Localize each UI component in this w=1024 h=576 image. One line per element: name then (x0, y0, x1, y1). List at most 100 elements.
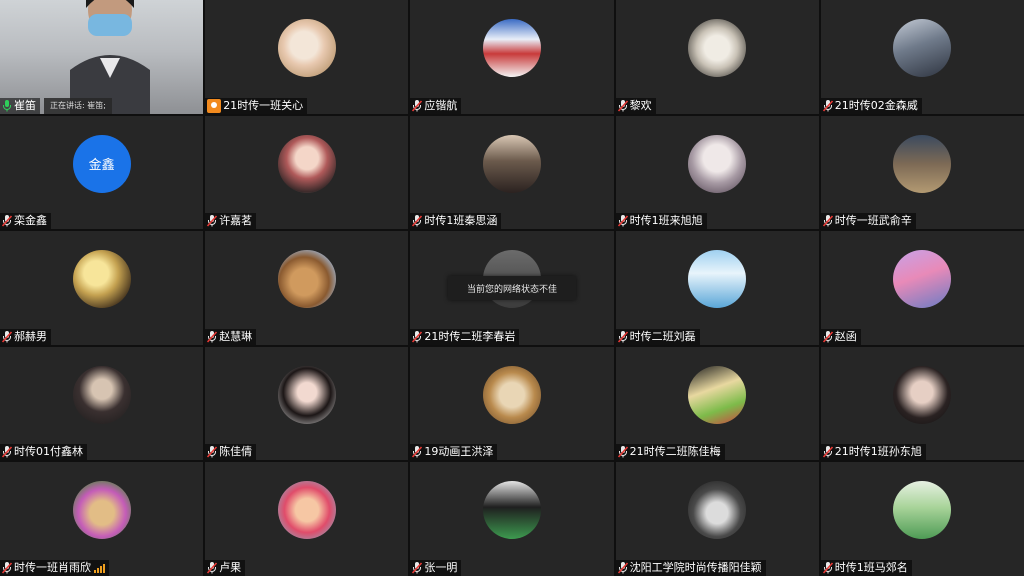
participant-tile[interactable]: 21时传一班关心 (205, 0, 409, 114)
participant-name-bar: 应锴航 (410, 97, 462, 114)
avatar (277, 365, 336, 424)
participant-name: 21时传二班李春岩 (424, 329, 516, 343)
participant-name: 张一明 (424, 560, 458, 574)
participant-name-bar: 张一明 (410, 559, 462, 576)
participant-tile[interactable]: 卢果 (205, 462, 409, 576)
avatar (893, 134, 952, 193)
participant-name: 21时传二班陈佳梅 (629, 445, 721, 459)
mic-muted-icon (617, 330, 628, 343)
mic-muted-icon (822, 99, 833, 112)
participant-tile[interactable]: 时传1班来旭旭 (615, 115, 819, 230)
participant-tile[interactable]: 许嘉茗 (205, 115, 409, 230)
participant-name-bar: 21时传二班李春岩 (410, 328, 520, 345)
participant-tile[interactable]: 19动画王洪泽 (410, 346, 614, 461)
participant-name-bar: 陈佳倩 (205, 444, 257, 461)
participant-name: 21时传02金森威 (834, 98, 918, 112)
participant-tile[interactable]: 赵慧琳 (205, 231, 409, 345)
mic-muted-icon (2, 330, 12, 343)
participant-tile[interactable]: 沈阳工学院时尚传播阳佳颖 (615, 462, 819, 576)
participant-name-bar: 时传1班马郊名 (820, 559, 912, 576)
participant-name-bar: 沈阳工学院时尚传播阳佳颖 (615, 559, 766, 576)
participant-name: 郝赫男 (14, 329, 47, 343)
participant-name: 栾金鑫 (14, 214, 47, 228)
participant-name-bar: 赵慧琳 (205, 328, 257, 345)
participant-name-bar: 时传1班秦思涵 (410, 213, 502, 230)
participant-tile[interactable]: 黎欢 (615, 0, 819, 114)
avatar (688, 19, 747, 77)
participant-name: 时传1班马郊名 (834, 560, 908, 574)
mic-muted-icon (412, 561, 423, 574)
participant-name: 时传01付鑫林 (14, 445, 83, 459)
participant-tile[interactable]: 郝赫男 (0, 231, 204, 345)
participant-tile[interactable]: 陈佳倩 (205, 346, 409, 461)
participant-name: 时传一班肖雨欣 (14, 560, 91, 574)
mic-muted-icon (207, 330, 218, 343)
mic-muted-icon (2, 215, 12, 227)
avatar (893, 250, 952, 309)
mic-muted-icon (617, 215, 628, 227)
participant-tile[interactable]: 时传二班刘磊 (615, 231, 819, 345)
participant-name-bar: 21时传二班陈佳梅 (615, 444, 725, 461)
avatar (482, 134, 541, 193)
avatar (482, 19, 541, 77)
avatar (893, 19, 952, 77)
participant-tile[interactable]: 张一明 (410, 462, 614, 576)
participant-tile[interactable]: 时传1班马郊名 (820, 462, 1024, 576)
participant-tile[interactable]: 时传一班肖雨欣 (0, 462, 204, 576)
user-badge-icon (207, 98, 222, 113)
participant-tile[interactable]: 21时传02金森威 (820, 0, 1024, 114)
mic-muted-icon (617, 99, 628, 112)
participant-name: 时传一班武俞辛 (834, 214, 912, 228)
avatar (688, 134, 747, 193)
participant-name: 赵函 (834, 329, 857, 343)
mic-muted-icon (822, 561, 833, 574)
avatar (688, 481, 747, 540)
participant-tile[interactable]: 崔笛 正在讲话: 崔笛; (0, 0, 204, 114)
participant-tile[interactable]: 21时传二班陈佳梅 (615, 346, 819, 461)
mic-muted-icon (412, 215, 423, 227)
participant-name: 陈佳倩 (219, 445, 253, 459)
speaking-label: 正在讲话: (50, 101, 85, 111)
mic-muted-icon (412, 99, 423, 112)
mic-muted-icon (412, 446, 423, 458)
avatar (72, 365, 131, 424)
speaking-name: 崔笛; (87, 101, 106, 111)
participant-name-bar: 黎欢 (615, 97, 656, 114)
mic-muted-icon (822, 215, 833, 227)
participant-tile[interactable]: 应锴航 (410, 0, 614, 114)
mic-muted-icon (2, 446, 12, 458)
active-speaker-indicator: 正在讲话: 崔笛; (44, 97, 112, 114)
mic-muted-icon (207, 561, 218, 574)
mic-muted-icon (822, 330, 833, 343)
avatar (893, 365, 952, 424)
participant-name: 沈阳工学院时尚传播阳佳颖 (629, 560, 762, 574)
avatar (277, 19, 336, 77)
mic-muted-icon (207, 215, 218, 227)
participant-name-bar: 21时传02金森威 (820, 97, 922, 114)
avatar (72, 250, 131, 309)
mic-muted-icon (617, 446, 628, 458)
participant-name: 卢果 (219, 560, 242, 574)
participant-tile[interactable]: 金鑫 栾金鑫 (0, 115, 204, 230)
avatar-initials: 金鑫 (88, 158, 115, 174)
webcam-person (70, 0, 150, 114)
participant-name: 时传二班刘磊 (629, 329, 696, 343)
avatar (482, 481, 541, 540)
network-warning-toast: 当前您的网络状态不佳 (448, 276, 576, 300)
participant-name: 21时传一班关心 (223, 98, 304, 112)
participant-name: 应锴航 (424, 98, 458, 112)
participant-name: 19动画王洪泽 (424, 445, 494, 459)
participant-tile[interactable]: 赵函 (820, 231, 1024, 345)
avatar: 金鑫 (72, 134, 131, 193)
participant-name: 21时传1班孙东旭 (834, 445, 922, 459)
participant-name-bar: 19动画王洪泽 (410, 444, 498, 461)
participant-tile[interactable]: 21时传1班孙东旭 (820, 346, 1024, 461)
mic-muted-icon (207, 446, 218, 458)
participant-tile[interactable]: 时传一班武俞辛 (820, 115, 1024, 230)
participant-name: 许嘉茗 (219, 214, 253, 228)
participant-tile[interactable]: 时传1班秦思涵 (410, 115, 614, 230)
participant-name-bar: 赵函 (820, 328, 861, 345)
participant-tile[interactable]: 时传01付鑫林 (0, 346, 204, 461)
participant-name-bar: 栾金鑫 (0, 213, 51, 230)
participant-name: 时传1班秦思涵 (424, 214, 498, 228)
